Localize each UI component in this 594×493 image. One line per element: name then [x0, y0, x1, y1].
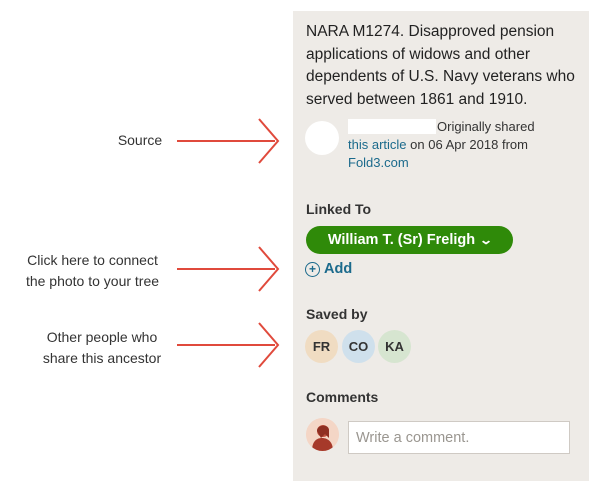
linked-person-button[interactable]: William T. (Sr) Freligh ⌄ [306, 226, 513, 254]
linked-to-title: Linked To [306, 201, 372, 217]
annotation-others-line2: share this ancestor [42, 350, 162, 366]
source-site-link[interactable]: Fold3.com [348, 155, 409, 170]
saved-by-avatar-fr[interactable]: FR [305, 330, 338, 363]
comment-input[interactable] [348, 421, 570, 454]
saved-by-title: Saved by [306, 306, 368, 322]
connect-arrow [175, 245, 285, 293]
saved-by-initials: FR [312, 339, 331, 354]
annotation-others-line1: Other people who [46, 329, 158, 345]
record-panel: NARA M1274. Disapproved pension applicat… [293, 11, 589, 481]
saved-by-avatar-ka[interactable]: KA [378, 330, 411, 363]
chevron-down-icon: ⌄ [479, 233, 494, 247]
source-article-link[interactable]: this article [348, 137, 407, 152]
source-shared-text: Originally shared [437, 119, 535, 134]
annotation-source: Source [100, 130, 180, 151]
source-info: Originally shared this article on 06 Apr… [348, 118, 578, 172]
annotation-others: Other people who share this ancestor [28, 327, 176, 369]
annotation-connect-line1: Click here to connect [27, 252, 158, 268]
annotation-source-text: Source [117, 132, 163, 148]
add-link-button[interactable]: + Add [305, 261, 352, 277]
record-description: NARA M1274. Disapproved pension applicat… [306, 23, 575, 108]
annotation-connect-line2: the photo to your tree [25, 273, 160, 289]
plus-circle-icon: + [305, 261, 320, 277]
source-avatar [305, 121, 339, 155]
saved-by-initials: CO [348, 339, 369, 354]
source-arrow [175, 117, 285, 165]
add-label: Add [324, 261, 353, 277]
annotation-connect: Click here to connect the photo to your … [10, 250, 175, 292]
source-date-text: on 06 Apr 2018 from [410, 137, 528, 152]
saved-by-avatar-co[interactable]: CO [342, 330, 375, 363]
linked-person-name: William T. (Sr) Freligh [327, 232, 476, 248]
saved-by-initials: KA [385, 339, 404, 354]
comments-title: Comments [306, 389, 379, 405]
others-arrow [175, 321, 285, 369]
user-avatar [306, 418, 339, 451]
